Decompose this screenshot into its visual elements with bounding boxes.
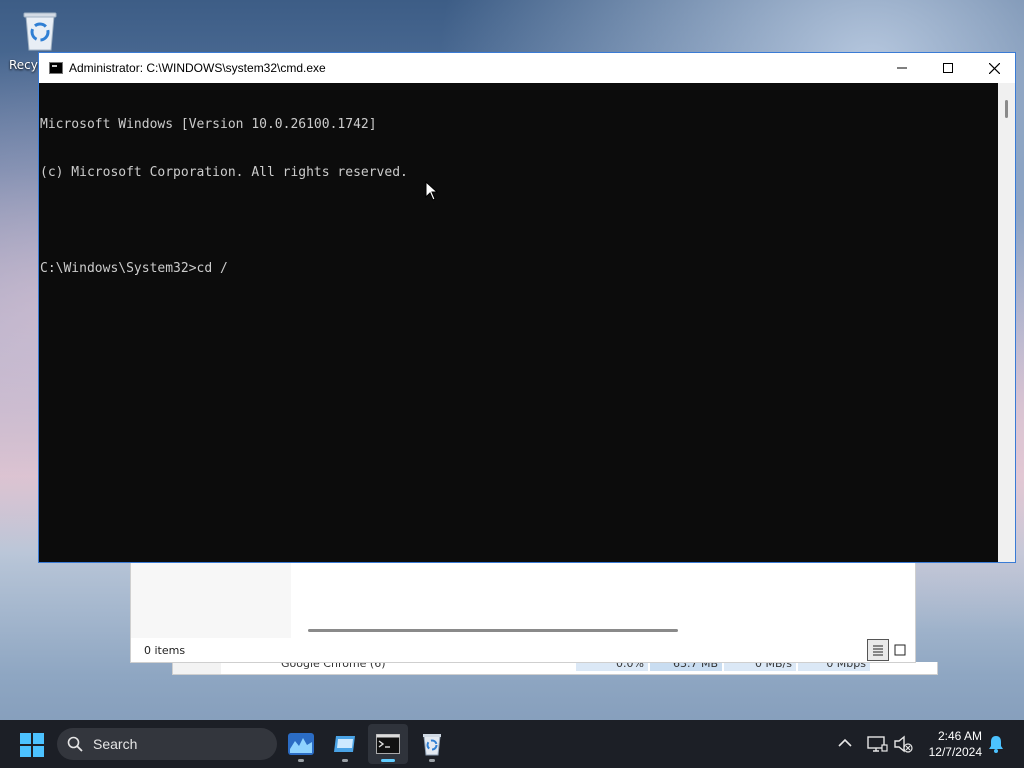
notification-bell-icon[interactable]: [987, 734, 1005, 754]
cmd-app-icon: [49, 62, 63, 74]
search-icon: [67, 736, 83, 752]
status-item-count: 0 items: [144, 644, 186, 657]
maximize-icon: [943, 63, 953, 73]
cmd-window[interactable]: Administrator: C:\WINDOWS\system32\cmd.e…: [38, 52, 1016, 563]
table-row[interactable]: Google Chrome (6) 0.0% 63.7 MB 0 MB/s 0 …: [173, 662, 937, 671]
window-title: Administrator: C:\WINDOWS\system32\cmd.e…: [69, 61, 326, 75]
recycle-bin-icon: [23, 12, 57, 51]
process-memory: 63.7 MB: [650, 662, 722, 671]
file-explorer-icon: [334, 736, 355, 752]
task-manager-icon: [288, 733, 314, 755]
active-indicator: [381, 759, 395, 762]
recycle-bin-icon: [423, 734, 441, 756]
running-indicator: [429, 759, 435, 762]
details-view-icon: [873, 645, 883, 656]
close-button[interactable]: [971, 53, 1017, 83]
large-icons-view-icon: [894, 644, 906, 656]
title-bar[interactable]: Administrator: C:\WINDOWS\system32\cmd.e…: [39, 53, 1015, 83]
horizontal-scrollbar[interactable]: [308, 629, 678, 632]
minimize-button[interactable]: [879, 53, 925, 83]
running-indicator: [342, 759, 348, 762]
running-indicator: [298, 759, 304, 762]
process-cpu: 0.0%: [576, 662, 648, 671]
taskbar: Search 2:46 AM 12/7/2024: [0, 720, 1024, 768]
process-name: Google Chrome (6): [281, 662, 386, 670]
minimize-icon: [897, 67, 907, 69]
console-line: (c) Microsoft Corporation. All rights re…: [40, 165, 408, 180]
clock-time: 2:46 AM: [937, 729, 982, 743]
taskbar-search-box[interactable]: Search: [57, 728, 277, 760]
network-icon[interactable]: [866, 733, 888, 755]
process-network: 0 Mbps: [798, 662, 870, 671]
close-icon: [988, 62, 1000, 74]
console-prompt-line: C:\Windows\System32>cd /: [40, 261, 228, 276]
volume-muted-icon[interactable]: [892, 733, 914, 755]
maximize-button[interactable]: [925, 53, 971, 83]
task-manager-window[interactable]: Google Chrome (6) 0.0% 63.7 MB 0 MB/s 0 …: [172, 662, 938, 675]
scrollbar-thumb[interactable]: [1005, 100, 1008, 118]
mouse-pointer-icon: [425, 181, 439, 201]
file-explorer-window[interactable]: 0 items: [130, 563, 916, 663]
taskbar-clock[interactable]: 2:46 AM 12/7/2024: [918, 728, 982, 760]
search-placeholder: Search: [93, 736, 138, 752]
vertical-scrollbar[interactable]: [998, 83, 1015, 562]
large-icons-view-button[interactable]: [889, 639, 911, 661]
taskbar-app-file-explorer[interactable]: [325, 724, 365, 764]
show-hidden-icons-chevron-up-icon[interactable]: [836, 734, 854, 752]
windows-start-icon[interactable]: [20, 733, 44, 757]
clock-date: 12/7/2024: [928, 745, 982, 759]
details-view-button[interactable]: [867, 639, 889, 661]
process-disk: 0 MB/s: [724, 662, 796, 671]
taskbar-app-recycle-bin[interactable]: [412, 724, 452, 764]
taskbar-app-task-manager[interactable]: [281, 724, 321, 764]
console-line: Microsoft Windows [Version 10.0.26100.17…: [40, 117, 377, 132]
taskbar-app-command-prompt[interactable]: [368, 724, 408, 764]
console-output[interactable]: Microsoft Windows [Version 10.0.26100.17…: [39, 83, 999, 563]
terminal-icon: [376, 734, 400, 754]
navigation-pane[interactable]: [131, 563, 291, 638]
